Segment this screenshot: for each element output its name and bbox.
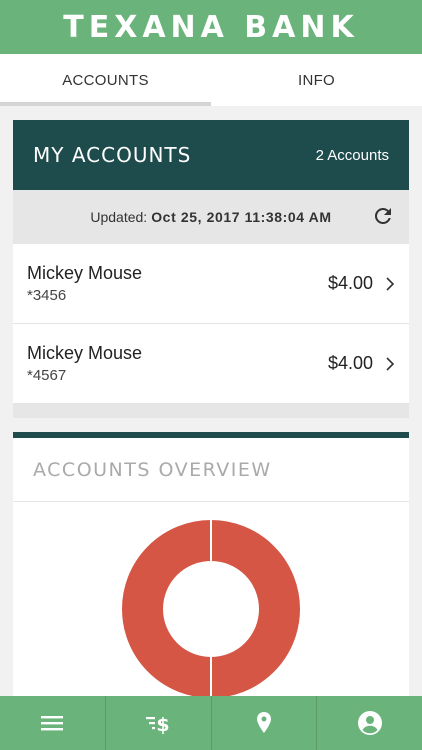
profile-icon <box>357 711 382 735</box>
brand-logo: TEXANA BANK <box>63 9 359 45</box>
account-info: Mickey Mouse *3456 <box>27 263 328 304</box>
accounts-count: 2 Accounts <box>315 146 389 164</box>
account-number: *4567 <box>27 367 67 384</box>
tab-info[interactable]: INFO <box>211 54 422 106</box>
brand-bar: TEXANA BANK <box>0 0 422 54</box>
account-info: Mickey Mouse *4567 <box>27 343 328 384</box>
tab-bar: ACCOUNTS INFO <box>0 54 422 106</box>
account-row[interactable]: Mickey Mouse *4567 $4.00 <box>13 324 409 404</box>
menu-icon <box>41 716 64 731</box>
nav-location[interactable] <box>210 696 317 750</box>
account-name: Mickey Mouse <box>27 263 143 283</box>
accounts-card: MY ACCOUNTS 2 Accounts Updated: Oct 25, … <box>13 120 409 418</box>
location-icon <box>256 712 271 733</box>
nav-menu[interactable] <box>0 696 105 750</box>
account-name: Mickey Mouse <box>27 343 143 363</box>
nav-transfer[interactable]: $ <box>104 696 211 750</box>
account-row[interactable]: Mickey Mouse *3456 $4.00 <box>13 244 409 324</box>
updated-bar: Updated: Oct 25, 2017 11:38:04 AM <box>13 190 409 244</box>
overview-card: ACCOUNTS OVERVIEW <box>13 432 409 702</box>
donut-slice-2 <box>120 518 212 700</box>
bottom-nav: $ <box>0 696 422 750</box>
refresh-icon[interactable] <box>371 204 395 228</box>
donut-chart <box>120 518 302 700</box>
accounts-card-header: MY ACCOUNTS 2 Accounts <box>13 120 409 190</box>
nav-profile[interactable] <box>316 696 422 750</box>
account-balance: $4.00 <box>327 273 373 293</box>
svg-text:$: $ <box>157 714 170 736</box>
tab-info-label: INFO <box>297 71 336 89</box>
accounts-card-footer <box>13 404 409 418</box>
tab-accounts[interactable]: ACCOUNTS <box>0 54 211 106</box>
transfer-icon: $ <box>146 714 170 736</box>
chevron-right-icon <box>386 276 395 291</box>
account-balance: $4.00 <box>327 353 373 373</box>
updated-label: Updated: <box>90 209 148 225</box>
overview-title: ACCOUNTS OVERVIEW <box>13 438 409 502</box>
donut-slice-1 <box>210 518 302 700</box>
active-tab-indicator <box>0 102 211 106</box>
chevron-right-icon <box>386 356 395 371</box>
account-number: *3456 <box>27 287 67 304</box>
tab-accounts-label: ACCOUNTS <box>62 71 149 89</box>
updated-timestamp: Oct 25, 2017 11:38:04 AM <box>151 209 332 225</box>
accounts-card-title: MY ACCOUNTS <box>33 143 192 167</box>
